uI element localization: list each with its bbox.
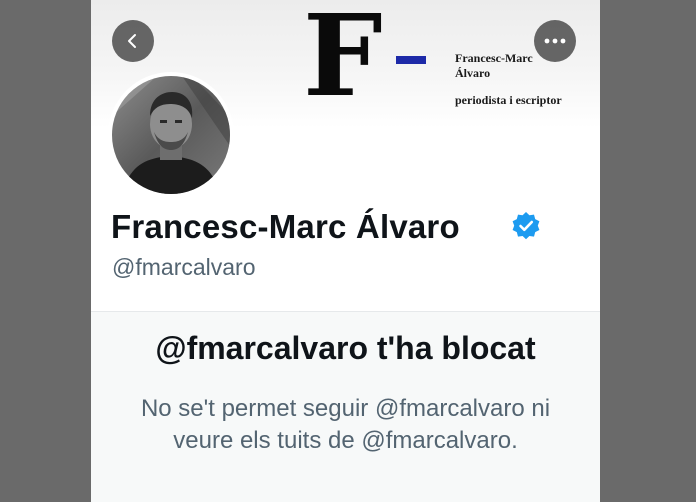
more-options-button[interactable] (534, 20, 576, 62)
blocked-title: @fmarcalvaro t'ha blocat (155, 330, 536, 366)
profile-handle: @fmarcalvaro (112, 254, 256, 280)
profile-screen: F Francesc-Marc Álvaro periodista i escr… (91, 0, 600, 502)
avatar-photo (112, 76, 230, 194)
banner-logo-letter: F (303, 0, 383, 122)
profile-display-name: Francesc-Marc Álvaro (111, 208, 460, 245)
chevron-left-icon (128, 34, 136, 48)
banner-tagline: periodista i escriptor (455, 93, 562, 107)
more-horizontal-icon (544, 38, 566, 44)
avatar[interactable] (112, 76, 230, 194)
blocked-message-line-1: No se't permet seguir @fmarcalvaro ni (140, 395, 551, 422)
back-button[interactable] (112, 20, 154, 62)
banner-logo-dash (396, 56, 426, 64)
blocked-message-line-2: veure els tuits de @fmarcalvaro. (173, 427, 518, 454)
verified-badge-icon (512, 212, 540, 240)
blocked-message: No se't permet seguir @fmarcalvaro ni ve… (91, 393, 600, 457)
